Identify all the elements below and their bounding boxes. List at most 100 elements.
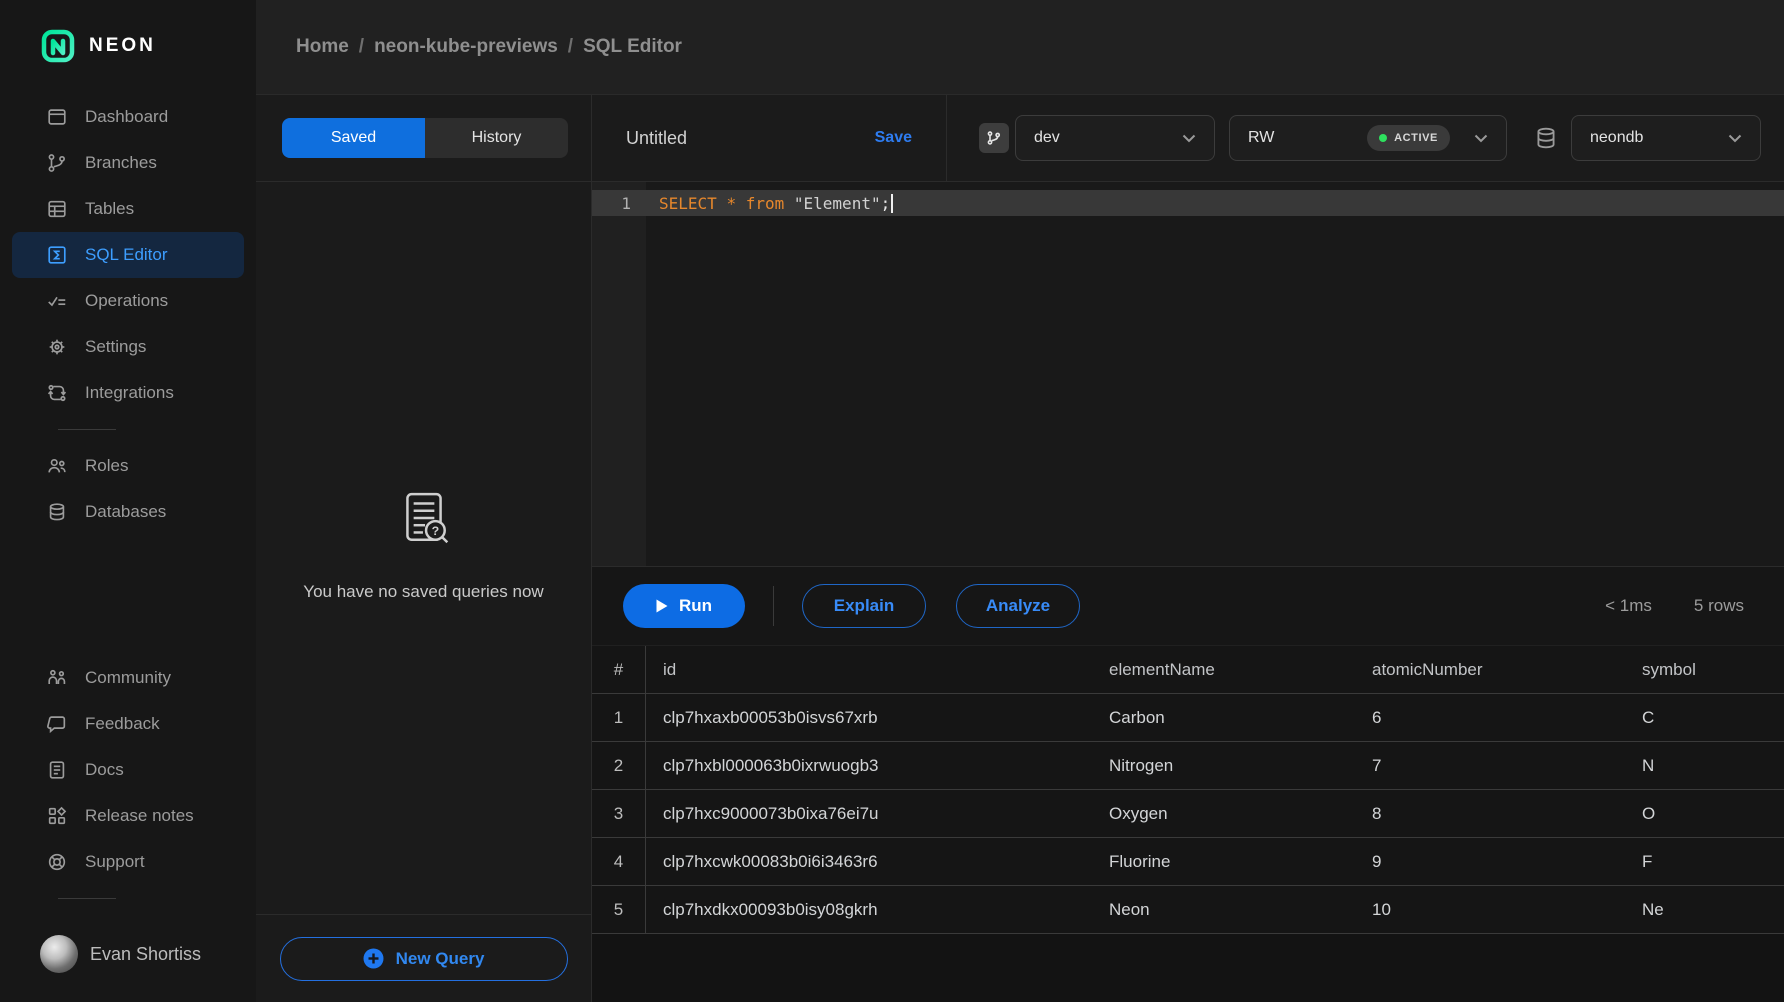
sidebar-item-branches[interactable]: Branches bbox=[12, 140, 244, 186]
actions-divider bbox=[773, 586, 774, 626]
cell-element-name: Carbon bbox=[1092, 694, 1355, 741]
sidebar-item-label: Feedback bbox=[85, 714, 160, 734]
cell-element-name: Neon bbox=[1092, 886, 1355, 933]
database-icon bbox=[1533, 124, 1559, 152]
branches-icon bbox=[46, 152, 68, 174]
sidebar-item-label: Databases bbox=[85, 502, 166, 522]
community-icon bbox=[46, 667, 68, 689]
saved-queries-panel: Saved History bbox=[256, 95, 592, 1002]
sidebar-item-databases[interactable]: Databases bbox=[12, 489, 244, 535]
table-row: 1 clp7hxaxb00053b0isvs67xrb Carbon 6 C bbox=[592, 694, 1784, 742]
sidebar: NEON Dashboard Branches Tables bbox=[0, 0, 256, 1002]
sidebar-item-label: Community bbox=[85, 668, 171, 688]
sidebar-item-label: Dashboard bbox=[85, 107, 168, 127]
cell-element-name: Oxygen bbox=[1092, 790, 1355, 837]
sidebar-item-roles[interactable]: Roles bbox=[12, 443, 244, 489]
sidebar-nav-bottom: Community Feedback Docs Release notes bbox=[0, 655, 256, 912]
results-panel: # id elementName atomicNumber symbol 1 c… bbox=[592, 645, 1784, 1002]
column-header: elementName bbox=[1092, 646, 1355, 693]
branch-select[interactable]: dev bbox=[1015, 115, 1215, 161]
docs-icon bbox=[46, 759, 68, 781]
editor-gutter bbox=[592, 182, 646, 566]
tab-history[interactable]: History bbox=[425, 118, 568, 158]
analyze-button[interactable]: Analyze bbox=[956, 584, 1080, 628]
sidebar-item-label: Roles bbox=[85, 456, 128, 476]
sidebar-item-label: Integrations bbox=[85, 383, 174, 403]
code-text: SELECT * from "Element"; bbox=[646, 194, 893, 213]
user-menu[interactable]: Evan Shortiss bbox=[0, 926, 256, 982]
breadcrumb-separator: / bbox=[568, 36, 573, 58]
new-query-button[interactable]: New Query bbox=[280, 937, 568, 981]
sidebar-item-dashboard[interactable]: Dashboard bbox=[12, 94, 244, 140]
cell-atomic-number: 9 bbox=[1355, 838, 1625, 885]
run-label: Run bbox=[679, 596, 712, 616]
app-window: NEON Dashboard Branches Tables bbox=[0, 0, 1784, 1002]
editor-toolbar: Untitled Save dev bbox=[592, 95, 1784, 182]
row-index: 5 bbox=[592, 886, 646, 933]
table-row: 4 clp7hxcwk00083b0i6i3463r6 Fluorine 9 F bbox=[592, 838, 1784, 886]
chevron-down-icon bbox=[1182, 134, 1196, 143]
sidebar-item-integrations[interactable]: Integrations bbox=[12, 370, 244, 416]
explain-button[interactable]: Explain bbox=[802, 584, 926, 628]
run-button[interactable]: Run bbox=[623, 584, 745, 628]
database-select[interactable]: neondb bbox=[1571, 115, 1761, 161]
column-header: id bbox=[646, 646, 1092, 693]
sidebar-item-settings[interactable]: Settings bbox=[12, 324, 244, 370]
user-name: Evan Shortiss bbox=[90, 944, 201, 965]
breadcrumb-home[interactable]: Home bbox=[296, 36, 349, 58]
sidebar-divider bbox=[58, 429, 116, 430]
code-line-1[interactable]: 1 SELECT * from "Element"; bbox=[592, 190, 1784, 216]
saved-history-tabs: Saved History bbox=[282, 118, 568, 158]
sidebar-item-release-notes[interactable]: Release notes bbox=[12, 793, 244, 839]
dashboard-icon bbox=[46, 106, 68, 128]
status-dot bbox=[1379, 134, 1387, 142]
feedback-icon bbox=[46, 713, 68, 735]
sidebar-item-sql-editor[interactable]: SQL Editor bbox=[12, 232, 244, 278]
column-header: # bbox=[592, 646, 646, 693]
sql-editor-icon bbox=[46, 244, 68, 266]
sidebar-item-community[interactable]: Community bbox=[12, 655, 244, 701]
sidebar-item-operations[interactable]: Operations bbox=[12, 278, 244, 324]
avatar bbox=[40, 935, 78, 973]
breadcrumb-project[interactable]: neon-kube-previews bbox=[374, 36, 558, 58]
table-row: 5 clp7hxdkx00093b0isy08gkrh Neon 10 Ne bbox=[592, 886, 1784, 934]
column-header: symbol bbox=[1625, 646, 1784, 693]
plus-icon bbox=[363, 948, 384, 969]
cell-id: clp7hxcwk00083b0i6i3463r6 bbox=[646, 838, 1092, 885]
cell-id: clp7hxc9000073b0ixa76ei7u bbox=[646, 790, 1092, 837]
compute-select-value: RW bbox=[1248, 129, 1274, 147]
neon-logo[interactable]: NEON bbox=[0, 0, 256, 66]
cell-atomic-number: 8 bbox=[1355, 790, 1625, 837]
no-queries-icon: ? bbox=[395, 490, 453, 548]
sidebar-item-docs[interactable]: Docs bbox=[12, 747, 244, 793]
cell-symbol: C bbox=[1625, 694, 1784, 741]
databases-icon bbox=[46, 501, 68, 523]
line-number: 1 bbox=[592, 194, 646, 213]
sidebar-item-label: Branches bbox=[85, 153, 157, 173]
query-row-count: 5 rows bbox=[1694, 596, 1744, 616]
editor-column: Untitled Save dev bbox=[592, 95, 1784, 1002]
sidebar-item-support[interactable]: Support bbox=[12, 839, 244, 885]
database-select-value: neondb bbox=[1590, 129, 1643, 147]
cell-symbol: F bbox=[1625, 838, 1784, 885]
sidebar-item-tables[interactable]: Tables bbox=[12, 186, 244, 232]
cell-symbol: Ne bbox=[1625, 886, 1784, 933]
table-row: 3 clp7hxc9000073b0ixa76ei7u Oxygen 8 O bbox=[592, 790, 1784, 838]
query-meta: < 1ms 5 rows bbox=[1605, 596, 1744, 616]
play-icon bbox=[656, 599, 668, 613]
tab-saved[interactable]: Saved bbox=[282, 118, 425, 158]
sidebar-item-feedback[interactable]: Feedback bbox=[12, 701, 244, 747]
cell-element-name: Fluorine bbox=[1092, 838, 1355, 885]
compute-select[interactable]: RW ACTIVE bbox=[1229, 115, 1507, 161]
row-index: 4 bbox=[592, 838, 646, 885]
query-title: Untitled bbox=[626, 128, 875, 149]
cell-symbol: N bbox=[1625, 742, 1784, 789]
cell-id: clp7hxbl000063b0ixrwuogb3 bbox=[646, 742, 1092, 789]
results-header-row: # id elementName atomicNumber symbol bbox=[592, 646, 1784, 694]
cell-atomic-number: 10 bbox=[1355, 886, 1625, 933]
sidebar-nav-primary: Dashboard Branches Tables SQL Editor bbox=[0, 94, 256, 535]
row-index: 1 bbox=[592, 694, 646, 741]
sql-editor-area[interactable]: 1 SELECT * from "Element"; bbox=[592, 182, 1784, 566]
save-query-link[interactable]: Save bbox=[875, 129, 912, 147]
empty-state-text: You have no saved queries now bbox=[303, 582, 543, 602]
